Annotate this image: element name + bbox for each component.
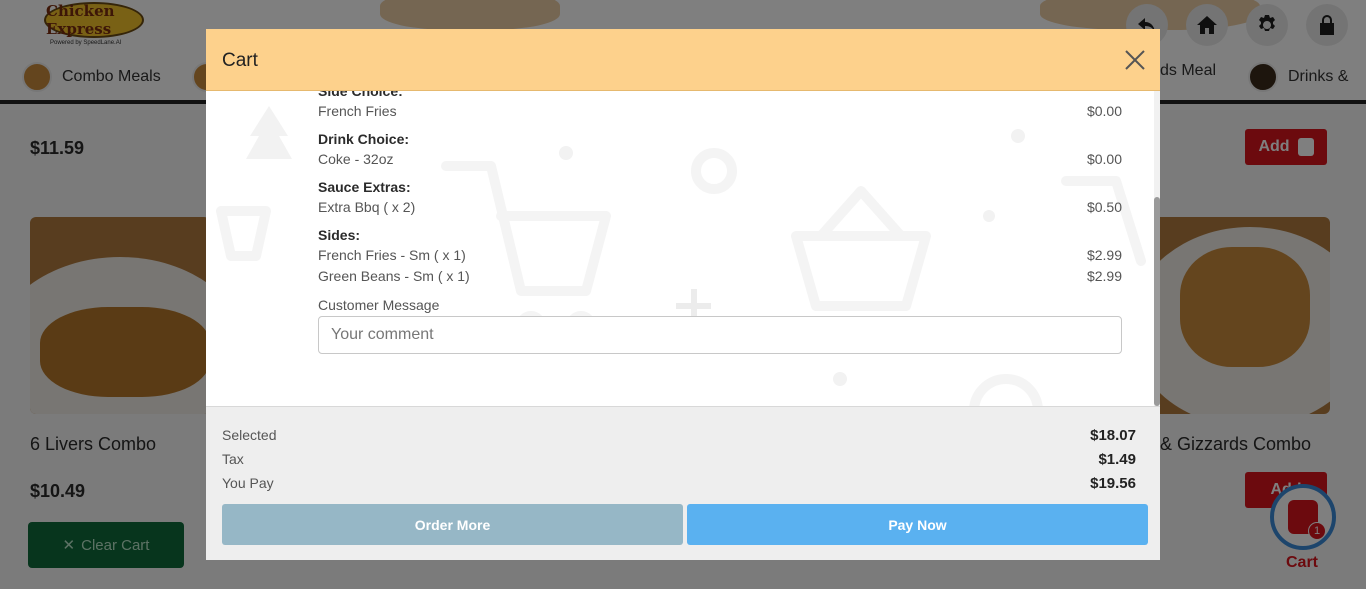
option-group-title: Drink Choice: — [318, 131, 410, 147]
option-price: $2.99 — [1086, 247, 1122, 263]
customer-message-input[interactable] — [318, 316, 1122, 354]
option-name: French Fries — [318, 103, 397, 119]
tax-value: $1.49 — [1098, 451, 1136, 468]
modal-header: Cart — [206, 29, 1160, 91]
cart-item-details[interactable]: Side Choice: French Fries $0.00 Drink Ch… — [206, 91, 1160, 406]
cart-modal: Cart Side Choice: French Fries $0.00 Dri… — [206, 29, 1160, 560]
option-name: Extra Bbq ( x 2) — [318, 199, 416, 215]
pay-now-button[interactable]: Pay Now — [687, 504, 1148, 545]
option-group-title: Sides: — [318, 227, 361, 243]
option-group-title: Side Choice: — [318, 91, 403, 99]
option-row: Green Beans - Sm ( x 1) $2.99 — [318, 266, 1122, 287]
option-price: $0.00 — [1086, 103, 1122, 119]
option-group-title: Sauce Extras: — [318, 179, 411, 195]
option-name: Green Beans - Sm ( x 1) — [318, 268, 470, 284]
tax-label: Tax — [222, 451, 244, 467]
you-pay-row: You Pay $19.56 — [222, 475, 1136, 495]
customer-message-label: Customer Message — [318, 297, 440, 313]
order-more-button[interactable]: Order More — [222, 504, 683, 545]
scrollbar[interactable] — [1154, 91, 1160, 406]
scrollbar-thumb[interactable] — [1154, 197, 1160, 406]
option-row: Coke - 32oz $0.00 — [318, 149, 1122, 170]
option-price: $0.50 — [1086, 199, 1122, 215]
option-price: $0.00 — [1086, 151, 1122, 167]
option-row: French Fries - Sm ( x 1) $2.99 — [318, 245, 1122, 266]
option-name: Coke - 32oz — [318, 151, 394, 167]
close-icon[interactable] — [1124, 49, 1146, 71]
option-group-drink-choice: Drink Choice: Coke - 32oz $0.00 — [318, 131, 1122, 170]
cart-summary: Selected $18.07 Tax $1.49 You Pay $19.56… — [206, 406, 1160, 560]
option-row: Extra Bbq ( x 2) $0.50 — [318, 197, 1122, 218]
option-name: French Fries - Sm ( x 1) — [318, 247, 466, 263]
tax-row: Tax $1.49 — [222, 451, 1136, 471]
selected-total-row: Selected $18.07 — [222, 427, 1136, 447]
option-price: $2.99 — [1086, 268, 1122, 284]
option-group-sides: Sides: French Fries - Sm ( x 1) $2.99 Gr… — [318, 227, 1122, 287]
option-group-side-choice: Side Choice: French Fries $0.00 — [318, 91, 1122, 122]
option-row: French Fries $0.00 — [318, 101, 1122, 122]
you-pay-label: You Pay — [222, 475, 274, 491]
selected-value: $18.07 — [1090, 427, 1136, 444]
option-group-sauce-extras: Sauce Extras: Extra Bbq ( x 2) $0.50 — [318, 179, 1122, 218]
selected-label: Selected — [222, 427, 277, 443]
you-pay-value: $19.56 — [1090, 475, 1136, 492]
modal-title: Cart — [222, 50, 258, 71]
